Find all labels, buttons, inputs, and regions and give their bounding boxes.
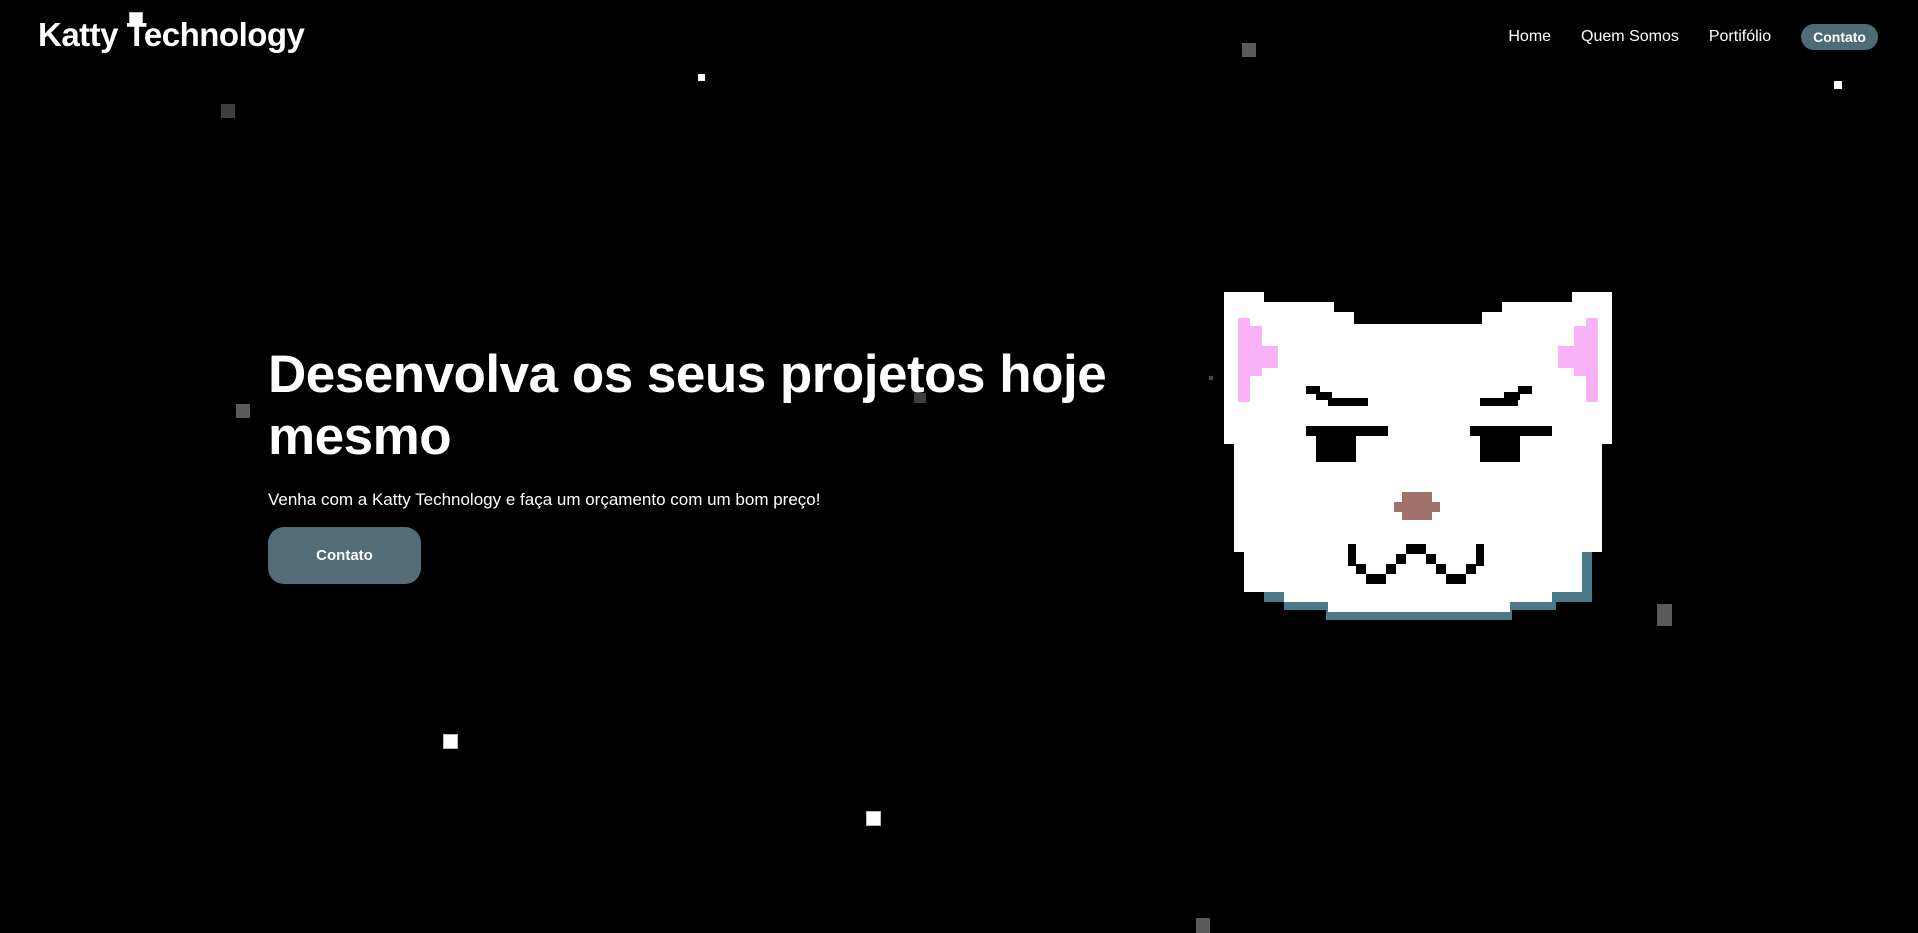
particle xyxy=(221,104,235,118)
site-header: Katty Technology Home Quem Somos Portifó… xyxy=(0,0,1918,80)
particle xyxy=(866,811,881,826)
nav-quem-somos-link[interactable]: Quem Somos xyxy=(1581,28,1679,46)
particle xyxy=(1196,918,1210,933)
hero-title: Desenvolva os seus projetos hoje mesmo xyxy=(268,345,1107,466)
hero-contato-button[interactable]: Contato xyxy=(268,527,421,584)
particle xyxy=(236,404,250,418)
nav-home-link[interactable]: Home xyxy=(1508,28,1551,46)
hero-subtitle: Venha com a Katty Technology e faça um o… xyxy=(268,490,821,509)
particle xyxy=(1834,81,1842,89)
pixel-cat-icon xyxy=(1224,292,1612,620)
main-nav: Home Quem Somos Portifólio Contato xyxy=(1508,24,1878,50)
particle xyxy=(1209,376,1213,380)
nav-contato-button[interactable]: Contato xyxy=(1801,24,1878,50)
particle xyxy=(443,734,458,749)
site-logo[interactable]: Katty Technology xyxy=(38,16,305,54)
nav-portfolio-link[interactable]: Portifólio xyxy=(1709,28,1771,46)
particle xyxy=(1657,604,1672,626)
hero-section: Desenvolva os seus projetos hoje mesmo V… xyxy=(268,344,1128,584)
cat-head xyxy=(1224,292,1612,612)
